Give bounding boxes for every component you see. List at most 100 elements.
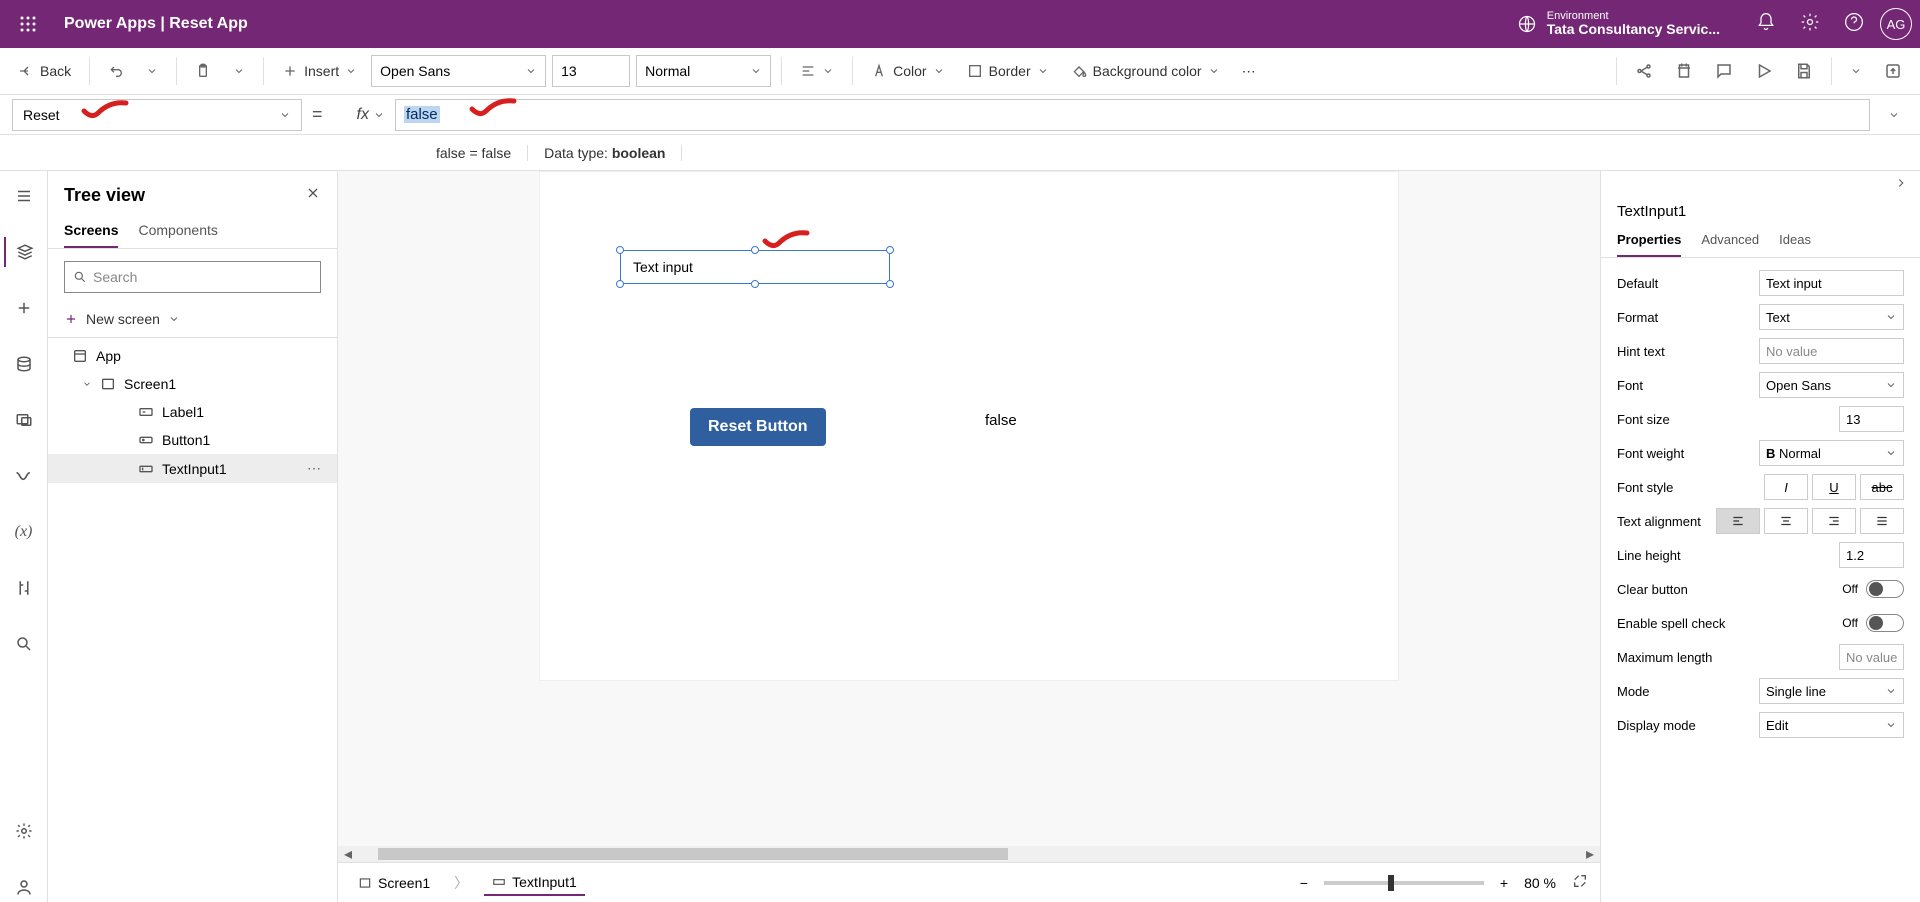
underline-button[interactable]: U — [1812, 474, 1856, 500]
publish-dropdown[interactable] — [1842, 59, 1870, 83]
search-rail-icon[interactable] — [4, 629, 44, 659]
color-button[interactable]: Color — [863, 57, 952, 85]
treeview-search[interactable] — [64, 261, 321, 293]
prop-format-value[interactable]: Text — [1759, 304, 1904, 330]
fx-label[interactable]: fx — [357, 106, 385, 124]
prop-spell-toggle[interactable] — [1866, 614, 1904, 632]
canvas-scrollbar[interactable]: ◂ ▸ — [338, 846, 1600, 862]
prop-spell-label: Enable spell check — [1617, 616, 1834, 631]
close-icon[interactable] — [305, 185, 321, 206]
prop-font-value[interactable]: Open Sans — [1759, 372, 1904, 398]
zoom-value: 80 % — [1524, 875, 1556, 891]
border-button[interactable]: Border — [959, 57, 1057, 85]
align-left-button[interactable] — [1716, 508, 1760, 534]
settings-icon[interactable] — [1800, 12, 1820, 37]
play-button[interactable] — [1747, 56, 1781, 86]
canvas-area: Text input Reset Button false ◂ ▸ — [338, 171, 1600, 902]
hamburger-icon[interactable] — [4, 181, 44, 211]
insert-rail-icon[interactable] — [4, 293, 44, 323]
insert-label: Insert — [304, 63, 339, 79]
waffle-icon[interactable] — [8, 4, 48, 44]
undo-dropdown[interactable] — [138, 59, 166, 83]
paste-button[interactable] — [187, 57, 219, 85]
align-justify-button[interactable] — [1860, 508, 1904, 534]
new-screen-button[interactable]: New screen — [48, 305, 337, 333]
tab-ideas[interactable]: Ideas — [1779, 224, 1811, 257]
prop-fontweight-value[interactable]: B Normal — [1759, 440, 1904, 466]
insert-button[interactable]: Insert — [274, 57, 365, 85]
crumb-screen[interactable]: Screen1 — [350, 871, 438, 895]
zoom-out[interactable]: − — [1300, 875, 1308, 891]
color-label: Color — [893, 63, 926, 79]
prop-maxlen-value[interactable] — [1839, 644, 1904, 670]
props-next-icon[interactable] — [1894, 176, 1908, 195]
data-icon[interactable] — [4, 349, 44, 379]
formula-result-bar: false = false Data type: boolean — [0, 135, 1920, 171]
prop-mode-value[interactable]: Single line — [1759, 678, 1904, 704]
tools-icon[interactable] — [4, 573, 44, 603]
search-input[interactable] — [93, 269, 312, 285]
share-button[interactable] — [1627, 56, 1661, 86]
settings-rail-icon[interactable] — [4, 816, 44, 846]
item-more-icon[interactable]: ⋯ — [307, 460, 321, 477]
treeview-icon[interactable] — [4, 237, 44, 267]
variables-icon[interactable]: (x) — [4, 517, 44, 547]
crumb-control[interactable]: TextInput1 — [484, 870, 585, 896]
tree-item-textinput1[interactable]: TextInput1 ⋯ — [48, 454, 337, 483]
bg-color-button[interactable]: Background color — [1063, 57, 1228, 85]
help-icon[interactable] — [1844, 12, 1864, 37]
user-avatar[interactable]: AG — [1880, 8, 1912, 40]
save-button[interactable] — [1787, 56, 1821, 86]
prop-fontstyle-label: Font style — [1617, 480, 1756, 495]
ribbon-toolbar: Back Insert Open Sans Normal Color Borde… — [0, 48, 1920, 95]
virtual-agent-icon[interactable] — [4, 872, 44, 902]
font-select[interactable]: Open Sans — [371, 55, 546, 87]
tab-advanced[interactable]: Advanced — [1701, 224, 1759, 257]
tab-components[interactable]: Components — [138, 214, 217, 248]
font-size-input[interactable] — [552, 55, 630, 87]
canvas-reset-button[interactable]: Reset Button — [690, 408, 826, 446]
tree-item-screen1[interactable]: Screen1 — [48, 370, 337, 398]
back-button[interactable]: Back — [10, 57, 79, 85]
formula-input[interactable]: false — [395, 99, 1870, 131]
more-button[interactable]: ⋯ — [1234, 57, 1264, 86]
checker-button[interactable] — [1667, 56, 1701, 86]
tree-item-app[interactable]: App — [48, 342, 337, 370]
canvas-screen[interactable]: Text input Reset Button false — [539, 171, 1399, 681]
tab-screens[interactable]: Screens — [64, 214, 118, 248]
align-button[interactable] — [792, 57, 842, 85]
undo-button[interactable] — [100, 57, 132, 85]
prop-display-value[interactable]: Edit — [1759, 712, 1904, 738]
zoom-slider[interactable] — [1324, 881, 1484, 885]
canvas-textinput[interactable]: Text input — [620, 250, 890, 284]
strike-button[interactable]: abc — [1860, 474, 1904, 500]
formula-expand[interactable] — [1880, 103, 1908, 127]
align-right-button[interactable] — [1812, 508, 1856, 534]
canvas-label[interactable]: false — [985, 412, 1017, 429]
paste-dropdown[interactable] — [225, 59, 253, 83]
border-label: Border — [989, 63, 1031, 79]
align-center-button[interactable] — [1764, 508, 1808, 534]
tree-item-button1[interactable]: Button1 — [48, 426, 337, 454]
prop-default-value[interactable] — [1759, 270, 1904, 296]
publish-button[interactable] — [1876, 56, 1910, 86]
prop-lineheight-value[interactable] — [1839, 542, 1904, 568]
environment-picker[interactable]: Environment Tata Consultancy Servic... — [1517, 10, 1720, 37]
media-icon[interactable] — [4, 405, 44, 435]
italic-button[interactable]: I — [1764, 474, 1808, 500]
prop-fontsize-value[interactable] — [1839, 406, 1904, 432]
tab-properties[interactable]: Properties — [1617, 224, 1681, 257]
property-select[interactable]: Reset — [12, 99, 302, 131]
bg-label: Background color — [1093, 63, 1202, 79]
prop-maxlen-label: Maximum length — [1617, 650, 1831, 665]
tree-item-label1[interactable]: Label1 — [48, 398, 337, 426]
comments-button[interactable] — [1707, 56, 1741, 86]
properties-panel: TextInput1 Properties Advanced Ideas Def… — [1600, 171, 1920, 902]
zoom-in[interactable]: + — [1500, 875, 1508, 891]
fit-screen-icon[interactable] — [1572, 873, 1588, 892]
prop-hint-value[interactable] — [1759, 338, 1904, 364]
font-weight-select[interactable]: Normal — [636, 55, 771, 87]
flows-icon[interactable] — [4, 461, 44, 491]
notifications-icon[interactable] — [1756, 12, 1776, 37]
prop-clear-toggle[interactable] — [1866, 580, 1904, 598]
